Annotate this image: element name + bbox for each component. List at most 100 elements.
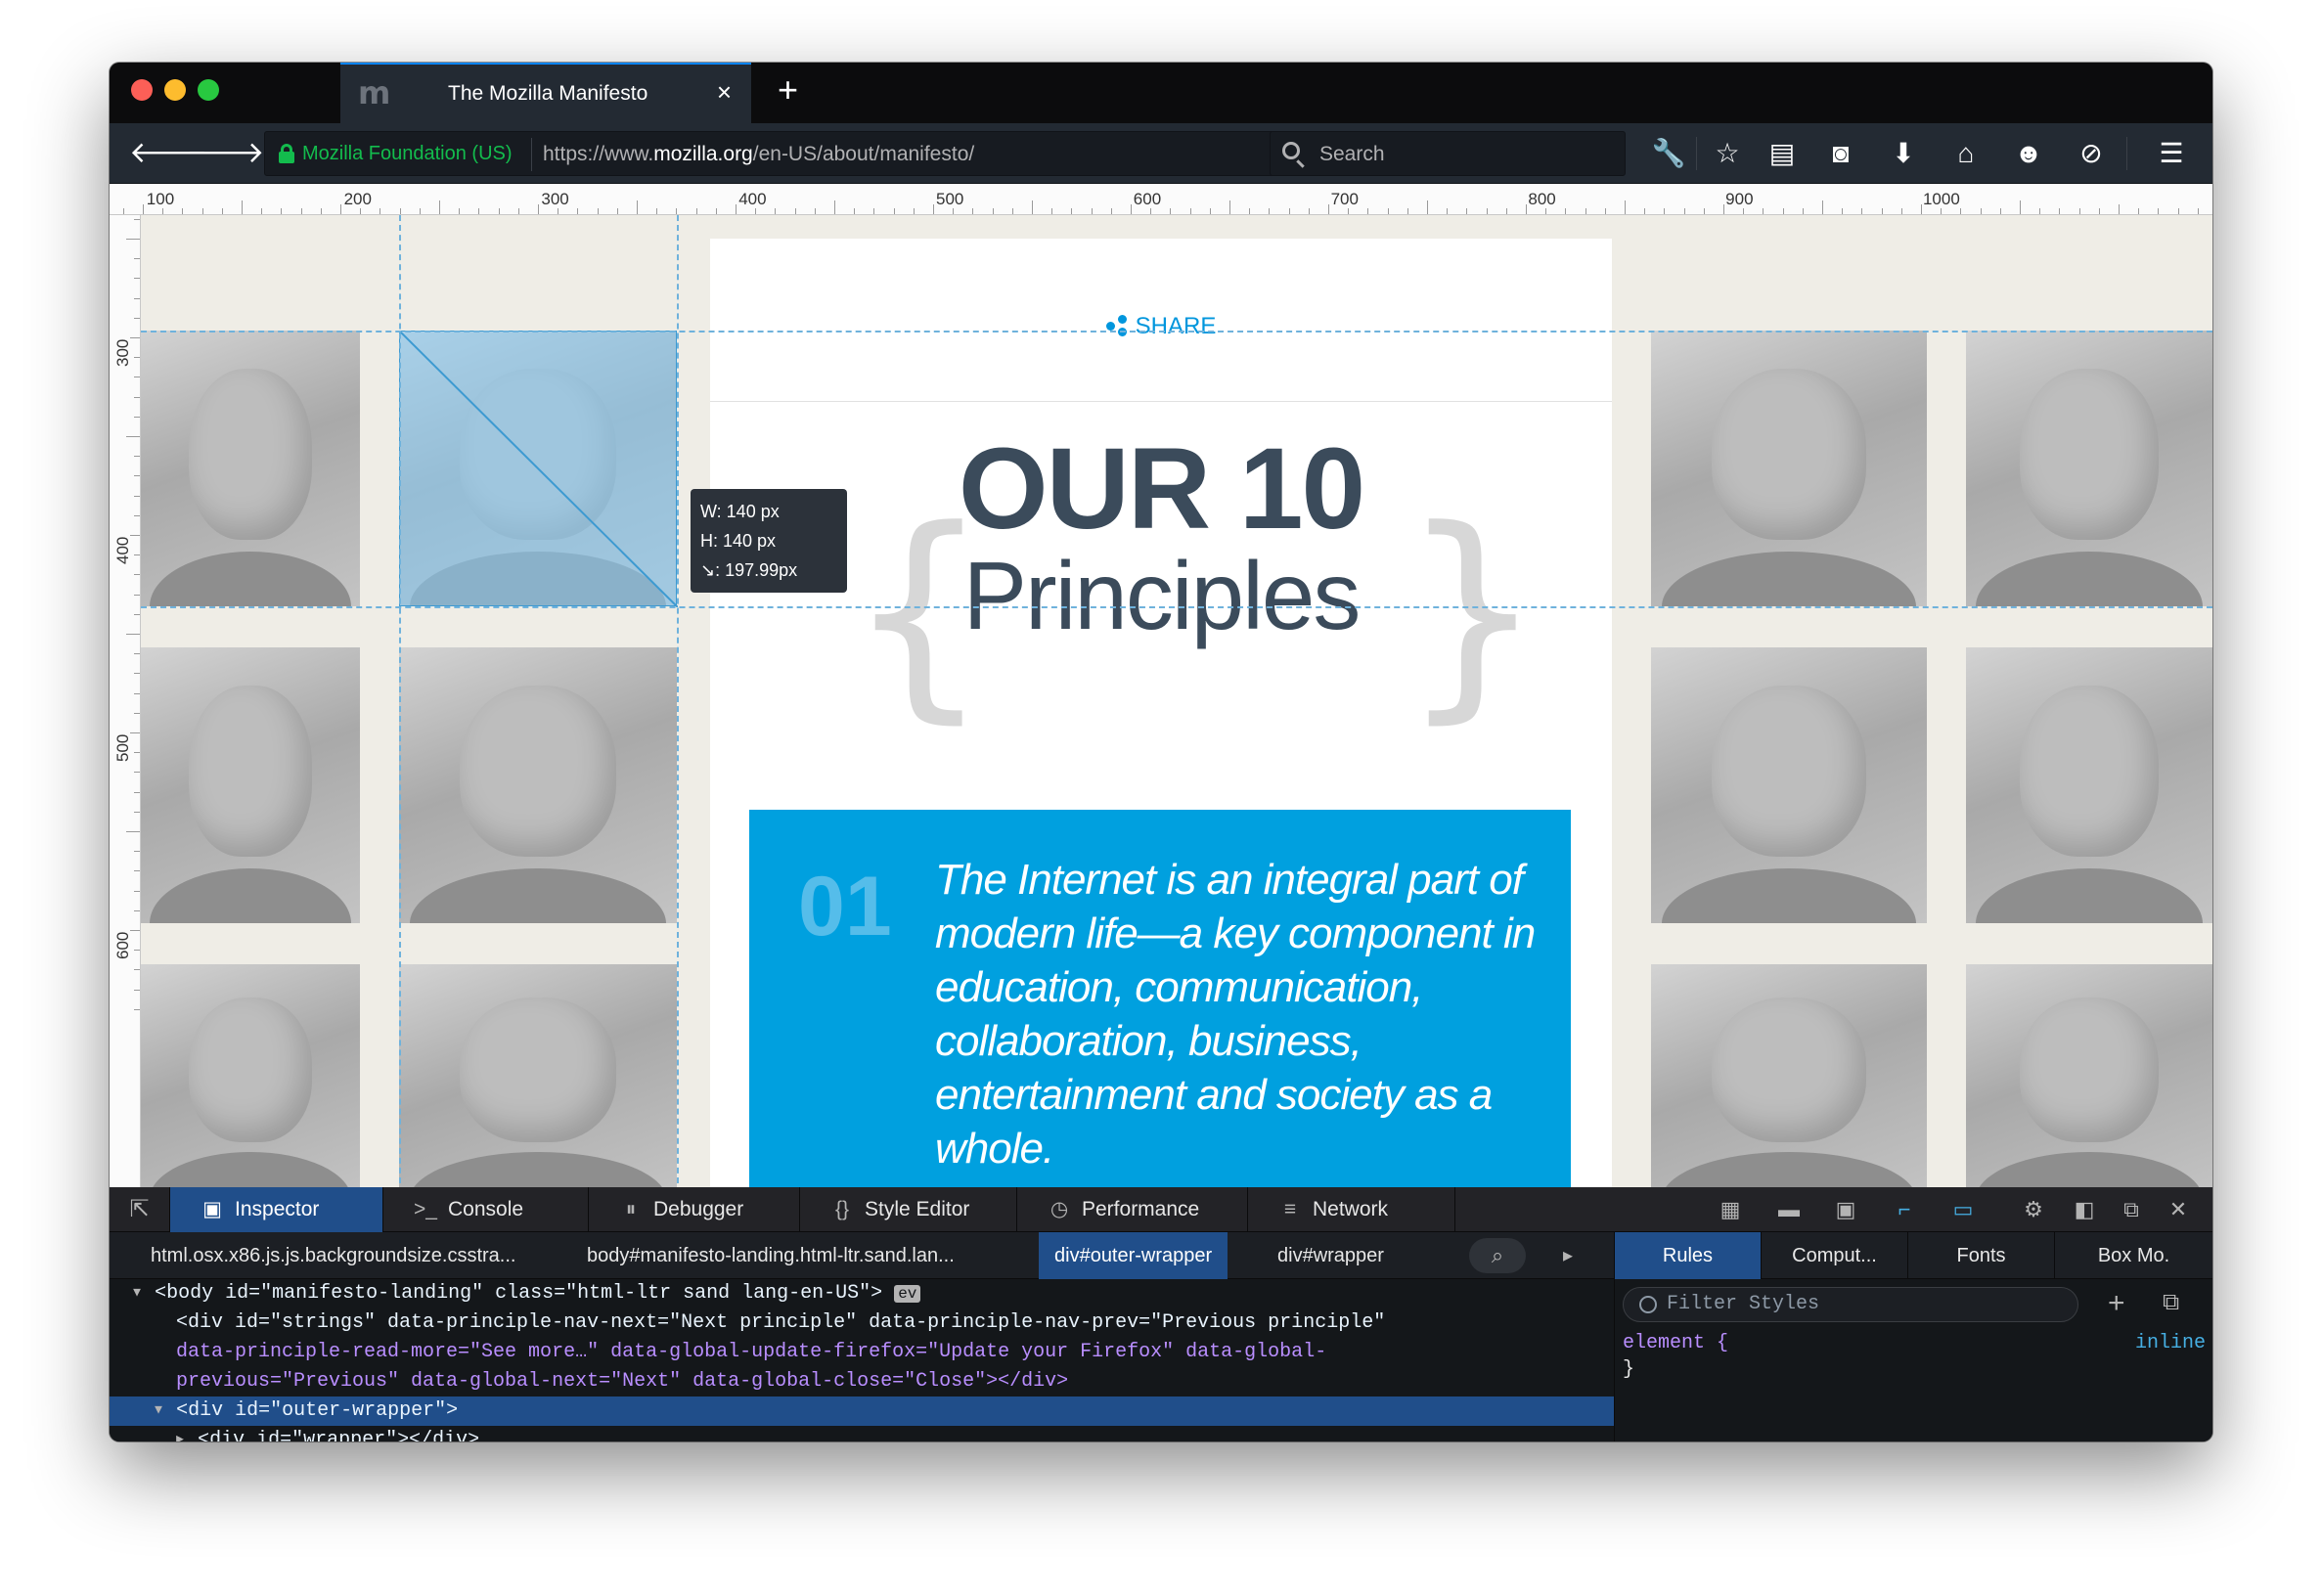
ruler-tick <box>715 208 717 214</box>
tracking-protection-icon[interactable]: ⊘ <box>2074 136 2109 171</box>
markup-line[interactable]: <div id="strings" data-principle-nav-nex… <box>110 1308 1614 1338</box>
zoom-window-button[interactable] <box>198 79 219 101</box>
breadcrumb-item-body[interactable]: body#manifesto-landing.html-ltr.sand.lan… <box>571 1232 970 1279</box>
split-layout-icon[interactable]: ▦ <box>1714 1193 1747 1226</box>
reading-list-icon[interactable]: ▤ <box>1764 136 1800 171</box>
element-picker-button[interactable]: ⇱ <box>110 1187 170 1232</box>
ruler-tick <box>126 436 140 437</box>
home-icon[interactable]: ⌂ <box>1948 136 1984 171</box>
tab-network[interactable]: ≡ Network <box>1248 1187 1455 1232</box>
ruler-tick <box>1703 208 1705 214</box>
event-badge[interactable]: ev <box>894 1285 921 1303</box>
tab-performance[interactable]: ◷ Performance <box>1017 1187 1248 1232</box>
ruler-tick <box>1664 208 1666 214</box>
tab-debugger[interactable]: ⏸ Debugger <box>589 1187 800 1232</box>
ruler-tick <box>676 208 678 214</box>
ruler-tick <box>126 634 140 635</box>
pocket-icon[interactable]: ◙ <box>1823 136 1858 171</box>
undock-window-icon[interactable]: ⧉ <box>2115 1193 2148 1226</box>
ruler-tick <box>736 204 737 214</box>
share-link[interactable]: SHARE <box>710 313 1612 340</box>
measure-width: W: 140 px <box>700 502 780 521</box>
ruler-tick <box>933 204 934 214</box>
ruler-tick <box>2177 208 2179 214</box>
ruler-tick <box>1683 208 1685 214</box>
principle-text: The Internet is an integral part of mode… <box>935 856 1536 1173</box>
lock-icon[interactable] <box>279 144 294 163</box>
markup-search-icon[interactable]: ⌕ <box>1469 1238 1526 1273</box>
css-rules-list[interactable]: element {inline } <box>1623 1330 2206 1383</box>
toggle-pseudo-classes-icon[interactable]: ⧉ <box>2163 1289 2179 1316</box>
rule-source[interactable]: inline <box>2135 1330 2206 1356</box>
measure-tool-icon[interactable]: ▭ <box>1946 1193 1980 1226</box>
ruler-tick <box>1802 208 1804 214</box>
ruler-tick <box>1842 208 1844 214</box>
toggle-sidebar-icon[interactable]: ▸ <box>1547 1232 1588 1279</box>
tab-mozilla-manifesto[interactable]: m The Mozilla Manifesto × <box>340 63 751 123</box>
tab-style-editor[interactable]: {} Style Editor <box>800 1187 1017 1232</box>
markup-line[interactable]: previous="Previous" data-global-next="Ne… <box>110 1367 1614 1396</box>
ruler-tick <box>134 989 140 991</box>
frame-select-icon[interactable]: ▣ <box>1829 1193 1862 1226</box>
ruler-tick <box>1822 200 1823 214</box>
url-bar[interactable]: Mozilla Foundation (US) https://www.mozi… <box>264 131 1397 176</box>
ruler-tick <box>134 890 140 892</box>
minimize-window-button[interactable] <box>164 79 186 101</box>
bookmark-star-icon[interactable]: ☆ <box>1710 136 1745 171</box>
markup-line[interactable]: data-principle-read-more="See more…" dat… <box>110 1338 1614 1367</box>
search-bar[interactable]: Search <box>1270 131 1626 176</box>
ruler-tick <box>656 208 658 214</box>
chat-icon[interactable]: ☻ <box>2011 136 2046 171</box>
breadcrumb-item-outer-wrapper[interactable]: div#outer-wrapper <box>1039 1232 1228 1279</box>
forward-button[interactable]: 🡒 <box>186 135 264 172</box>
principle-card[interactable]: 01 The Internet is an integral part of m… <box>749 810 1571 1187</box>
ruler-tick <box>538 204 539 214</box>
breadcrumb-item-wrapper[interactable]: div#wrapper <box>1262 1232 1400 1279</box>
ruler-tick <box>972 208 974 214</box>
tab-rules[interactable]: Rules <box>1615 1232 1762 1279</box>
ruler-tick <box>134 554 140 556</box>
tab-fonts[interactable]: Fonts <box>1908 1232 2055 1279</box>
portrait-photo <box>141 964 360 1187</box>
tab-console[interactable]: >_ Console <box>383 1187 589 1232</box>
ruler-tick <box>1447 208 1449 214</box>
tab-box-model[interactable]: Box Mo. <box>2055 1232 2212 1279</box>
markup-line[interactable]: ▸ <div id="wrapper"></div> <box>110 1426 1614 1441</box>
portrait-photo <box>1651 964 1927 1187</box>
tab-close-icon[interactable]: × <box>717 79 732 105</box>
ruler-tick <box>637 200 638 214</box>
filter-styles-input[interactable]: Filter Styles <box>1623 1287 2078 1322</box>
back-button[interactable]: 🡐 <box>129 135 207 172</box>
ruler-tick <box>1427 200 1428 214</box>
dock-side-icon[interactable]: ◧ <box>2068 1193 2101 1226</box>
ruler-tick <box>399 208 401 214</box>
ruler-tick <box>498 208 500 214</box>
downloads-icon[interactable]: ⬇ <box>1886 136 1921 171</box>
url-text[interactable]: https://www.mozilla.org/en-US/about/mani… <box>543 143 974 166</box>
developer-wrench-icon[interactable]: 🔧 <box>1651 136 1686 171</box>
ruler-tick <box>134 811 140 813</box>
measure-tooltip: W: 140 px H: 140 px ↘: 197.99px <box>691 489 847 593</box>
settings-gear-icon[interactable]: ⚙ <box>2017 1193 2050 1226</box>
tab-computed[interactable]: Comput... <box>1762 1232 1908 1279</box>
tab-inspector[interactable]: ▣ Inspector <box>170 1187 383 1232</box>
ruler-tick <box>459 208 461 214</box>
ruler-label: 400 <box>113 536 132 564</box>
add-rule-icon[interactable]: + <box>2108 1289 2125 1318</box>
close-devtools-icon[interactable]: ✕ <box>2162 1193 2195 1226</box>
markup-line-selected[interactable]: ▾ <div id="outer-wrapper"> <box>110 1396 1614 1426</box>
markup-line[interactable]: ▾ <body id="manifesto-landing" class="ht… <box>110 1279 1614 1308</box>
breadcrumb-item-html[interactable]: html.osx.x86.js.js.backgroundsize.csstra… <box>135 1232 531 1279</box>
performance-icon: ◷ <box>1049 1198 1069 1220</box>
ruler-tick <box>1189 208 1191 214</box>
rulers-toggle-icon[interactable]: ⌐ <box>1888 1193 1921 1226</box>
ruler-tick <box>134 1008 140 1010</box>
markup-view[interactable]: ▾ <body id="manifesto-landing" class="ht… <box>110 1279 1614 1441</box>
ruler-tick <box>1071 208 1073 214</box>
new-tab-button[interactable]: + <box>778 72 798 108</box>
site-identity[interactable]: Mozilla Foundation (US) <box>302 143 513 165</box>
dock-bottom-icon[interactable]: ▬ <box>1772 1193 1806 1226</box>
close-window-button[interactable] <box>131 79 153 101</box>
ruler-tick <box>126 239 140 240</box>
hamburger-menu-icon[interactable]: ☰ <box>2154 136 2189 171</box>
